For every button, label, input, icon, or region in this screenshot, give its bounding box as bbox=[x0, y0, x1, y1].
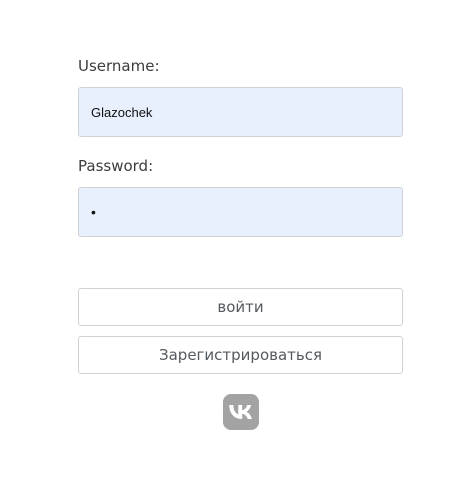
register-button[interactable]: Зарегистрироваться bbox=[78, 336, 403, 374]
password-label: Password: bbox=[78, 157, 154, 175]
vk-login-button[interactable] bbox=[222, 394, 259, 430]
password-input[interactable]: • bbox=[78, 187, 403, 237]
social-login bbox=[78, 394, 403, 430]
username-label: Username: bbox=[78, 57, 160, 75]
username-input[interactable]: Glazochek bbox=[78, 87, 403, 137]
login-button[interactable]: войти bbox=[78, 288, 403, 326]
username-value: Glazochek bbox=[91, 104, 153, 120]
password-value: • bbox=[91, 204, 97, 220]
login-form: Username: Glazochek Password: • войти За… bbox=[78, 56, 403, 430]
vk-logo-icon bbox=[228, 405, 252, 419]
